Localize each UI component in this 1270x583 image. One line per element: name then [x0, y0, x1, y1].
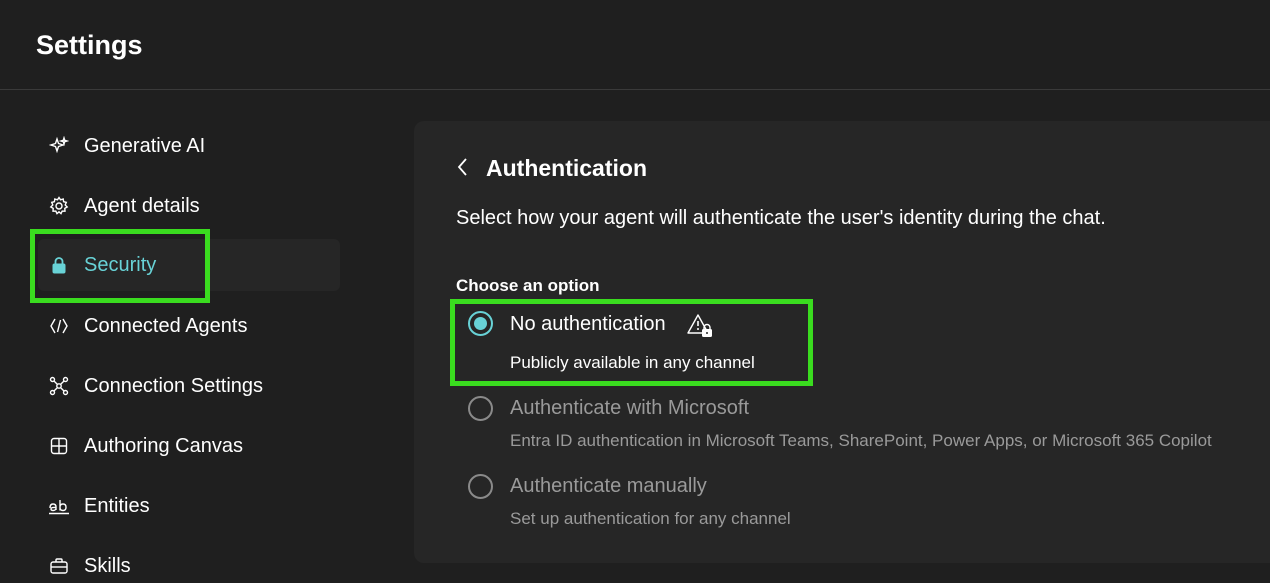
radio-authenticate-manually[interactable]	[468, 474, 493, 499]
radio-no-authentication[interactable]	[468, 311, 493, 336]
choose-option-label: Choose an option	[456, 276, 600, 295]
lock-icon	[48, 254, 70, 276]
sidebar-item-agent-details[interactable]: Agent details	[38, 180, 340, 232]
radio-authenticate-microsoft[interactable]	[468, 396, 493, 421]
sidebar-item-label: Security	[84, 253, 157, 276]
sidebar-item-authoring-canvas[interactable]: Authoring Canvas	[38, 420, 340, 472]
page-title: Settings	[36, 30, 143, 60]
back-button[interactable]	[452, 156, 472, 182]
sidebar-item-connection-settings[interactable]: Connection Settings	[38, 360, 340, 412]
option-sub-no-authentication: Publicly available in any channel	[510, 353, 755, 372]
network-icon	[48, 375, 70, 397]
option-label-no-authentication[interactable]: No authentication	[510, 313, 666, 336]
option-sub-authenticate-microsoft: Entra ID authentication in Microsoft Tea…	[510, 431, 1212, 450]
sidebar-item-label: Entities	[84, 494, 150, 517]
grid-icon	[48, 435, 70, 457]
sidebar-item-generative-ai[interactable]: Generative AI	[38, 120, 340, 172]
option-label-authenticate-microsoft[interactable]: Authenticate with Microsoft	[510, 397, 749, 420]
sidebar-item-label: Generative AI	[84, 134, 206, 157]
sidebar-item-label: Connected Agents	[84, 314, 248, 337]
code-icon	[48, 315, 70, 337]
sidebar-item-label: Skills	[84, 554, 131, 577]
header: Settings	[0, 0, 1270, 90]
sidebar-item-connected-agents[interactable]: Connected Agents	[38, 300, 340, 352]
briefcase-icon	[48, 555, 70, 577]
gear-icon	[48, 195, 70, 217]
option-label-authenticate-manually[interactable]: Authenticate manually	[510, 475, 707, 498]
sidebar-item-label: Authoring Canvas	[84, 434, 243, 457]
section-description: Select how your agent will authenticate …	[456, 207, 1106, 229]
sidebar-item-security[interactable]: Security	[38, 239, 340, 291]
sidebar-item-entities[interactable]: Entities	[38, 480, 340, 532]
sidebar-item-skills[interactable]: Skills	[38, 540, 340, 583]
text-ab-icon	[48, 495, 70, 517]
sparkle-icon	[48, 135, 70, 157]
option-sub-authenticate-manually: Set up authentication for any channel	[510, 509, 791, 528]
chevron-left-icon	[455, 156, 469, 183]
section-title: Authentication	[486, 155, 647, 181]
sidebar-item-label: Agent details	[84, 194, 200, 217]
sidebar-item-label: Connection Settings	[84, 374, 264, 397]
warning-lock-icon	[686, 313, 714, 339]
